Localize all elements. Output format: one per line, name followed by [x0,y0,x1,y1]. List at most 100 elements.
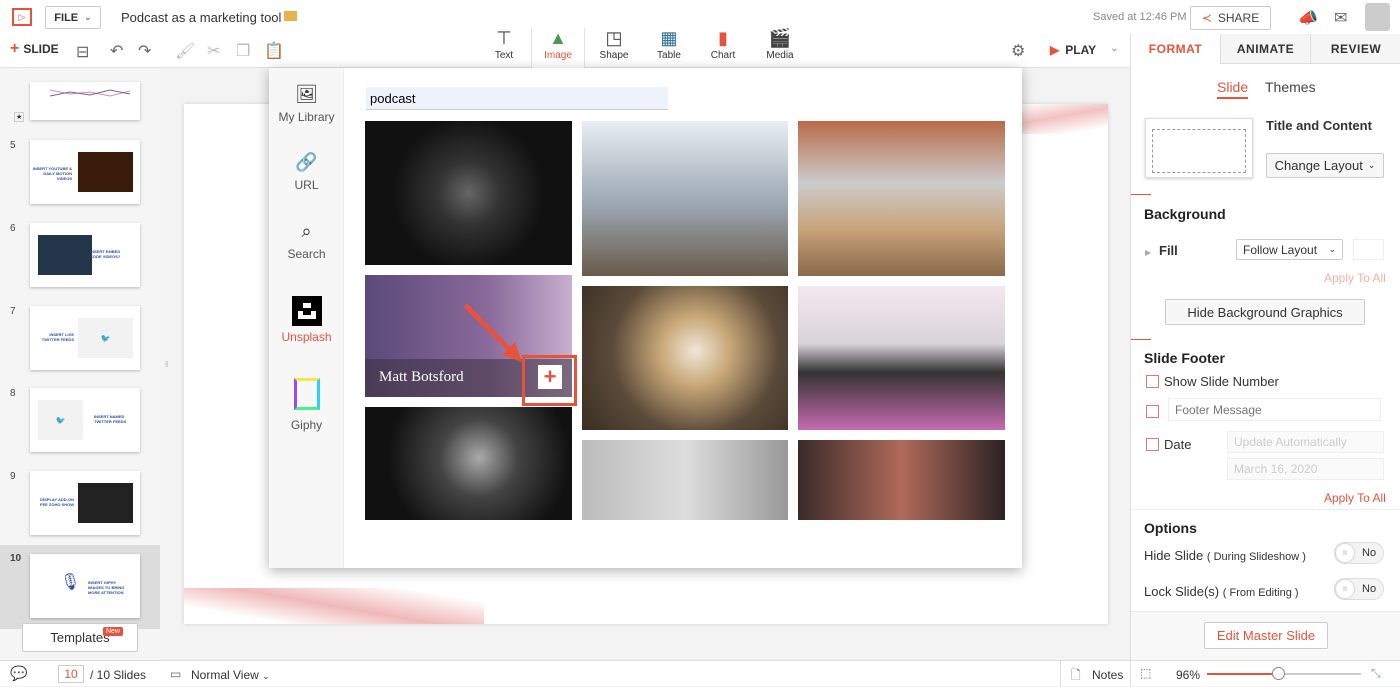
share-button[interactable]: ≺ SHARE [1190,6,1271,30]
hide-slide-label: Hide Slide ( During Slideshow ) [1144,548,1306,563]
chat-icon[interactable]: 💬 [10,665,27,682]
source-search[interactable]: ⌕ Search [269,221,344,261]
format-painter-icon[interactable]: 🖌 [175,41,195,61]
apply-to-all-link[interactable]: Apply To All [1324,491,1386,505]
layout-icon[interactable]: ⊟ [76,42,89,62]
redo-icon[interactable]: ↷ [138,41,151,61]
slide-number: 5 [10,140,16,151]
insert-media-tool[interactable]: 🎬 Media [753,28,807,68]
templates-button[interactable]: Templates New [22,623,138,652]
image-result[interactable] [582,121,788,276]
avatar[interactable] [1365,3,1390,31]
library-icon: 🖼 [295,84,318,104]
tab-review[interactable]: REVIEW [1310,34,1400,64]
chevron-down-icon: ⌄ [84,12,92,22]
date-mode-select[interactable]: Update Automatically [1227,431,1384,453]
image-result[interactable] [798,286,1005,430]
current-slide-input[interactable]: 10 [58,665,84,683]
date-label: Date [1164,437,1192,452]
folder-icon[interactable] [284,11,297,21]
toggle-state: No [1362,547,1377,559]
add-slide-button[interactable]: + SLIDE [10,41,59,57]
share-icon: ≺ [1201,11,1212,25]
image-result[interactable] [365,407,572,520]
share-label: SHARE [1217,11,1260,25]
hide-background-graphics-button[interactable]: Hide Background Graphics [1165,299,1365,325]
slide-thumbnail-4[interactable] [30,82,140,120]
apply-to-all-link[interactable]: Apply To All [1324,271,1386,285]
add-image-plus-button[interactable]: + [538,364,562,389]
slide-thumbnail-7[interactable]: INSERT LIVE TWITTER FEEDS 🐦 [30,306,140,370]
footer-message-input[interactable] [1168,398,1381,421]
subtab-themes[interactable]: Themes [1265,79,1316,95]
show-slide-number-checkbox[interactable] [1146,375,1159,388]
insert-shape-tool[interactable]: ◳ Shape [587,28,641,68]
star-icon[interactable]: ★ [14,112,25,122]
bar-chart-icon: ▮ [718,28,728,48]
source-giphy[interactable]: Giphy [269,378,344,432]
fullscreen-icon[interactable]: ⤡ [1371,666,1381,681]
slide-thumbnail-5[interactable]: INSERT YOUTUBE & DAILY MOTION VIDEOS [30,140,140,204]
expand-chevron-icon[interactable]: ▶ [1145,248,1151,257]
paste-icon[interactable]: 📋 [264,41,284,61]
tab-format[interactable]: FORMAT [1131,34,1220,64]
notes-button[interactable]: Notes [1092,668,1123,682]
play-button[interactable]: ▶ PLAY [1050,43,1096,57]
image-result[interactable] [798,440,1005,520]
zoom-level: 96% [1176,668,1201,682]
source-my-library[interactable]: 🖼 My Library [269,84,344,124]
tab-animate[interactable]: ANIMATE [1220,34,1310,64]
date-format-value: March 16, 2020 [1234,462,1318,476]
copy-icon[interactable]: ❐ [236,41,250,61]
fill-select[interactable]: Follow Layout ⌄ [1236,239,1343,260]
twitter-icon: 🐦 [78,318,133,358]
lock-slide-toggle[interactable]: II No [1334,578,1384,600]
source-url[interactable]: 🔗 URL [269,152,344,192]
slide-thumbnail-8[interactable]: 🐦 INSERT NAMED TWITTER FEEDS [30,388,140,452]
subtab-slide[interactable]: Slide [1217,79,1249,99]
play-options-chevron-icon[interactable]: ⌄ [1110,43,1118,54]
slide-thumbnail-10[interactable]: 🎙 INSERT GIPHY IMAGES TO BRING MORE ATTEN… [30,554,140,618]
insert-image-tool[interactable]: ▲ Image [531,28,585,68]
slide-thumbnail-6[interactable]: INSERT EMBED CODE VIDEOS? [30,223,140,287]
image-result[interactable] [365,121,572,265]
image-author-name[interactable]: Matt Botsford [379,369,464,386]
fill-color-picker[interactable] [1353,239,1384,260]
image-icon: ▲ [549,28,567,48]
date-format-select[interactable]: March 16, 2020 [1227,458,1384,480]
zoom-slider[interactable] [1207,667,1361,680]
image-result[interactable] [582,286,788,430]
app-logo-icon[interactable]: ▷ [12,8,32,26]
image-result[interactable] [798,121,1005,276]
announcement-icon[interactable]: 📣 [1298,8,1318,28]
chevron-down-icon: ⌄ [1367,160,1376,170]
file-menu-button[interactable]: FILE ⌄ [45,6,101,29]
notes-icon: 🗋 [1071,668,1081,682]
cut-icon[interactable]: ✂ [207,41,220,61]
undo-icon[interactable]: ↶ [110,41,123,61]
document-title[interactable]: Podcast as a marketing tool [121,10,281,25]
zoom-slider-handle[interactable] [1271,667,1285,680]
image-result[interactable] [582,440,788,520]
insert-text-tool[interactable]: ⊤ Text [477,28,531,68]
chevron-down-icon: ⌄ [1328,244,1336,254]
source-unsplash[interactable]: Unsplash [269,292,344,344]
fit-slide-icon[interactable]: ⬚ [1140,666,1151,680]
slide-thumbnail-9[interactable]: DISPLAY ADD-ON FEE ZOHO SHOW [30,471,140,535]
layout-preview[interactable] [1145,118,1253,178]
hide-slide-toggle[interactable]: II No [1334,542,1384,564]
feedback-mail-icon[interactable]: ✉ [1334,8,1347,28]
change-layout-button[interactable]: Change Layout ⌄ [1266,153,1384,178]
view-mode-select[interactable]: Normal View ⌄ [191,668,270,682]
edit-master-slide-button[interactable]: Edit Master Slide [1204,622,1328,649]
play-settings-icon[interactable]: ⚙ [1011,41,1025,61]
panel-resize-handle[interactable]: ‖ [165,360,168,369]
divider [1131,339,1151,340]
options-title: Options [1144,520,1197,536]
footer-message-checkbox[interactable] [1146,405,1159,418]
tool-label: Image [544,50,572,61]
insert-chart-tool[interactable]: ▮ Chart [696,28,750,68]
image-search-input[interactable] [366,87,668,110]
date-checkbox[interactable] [1146,438,1159,451]
insert-table-tool[interactable]: ▦ Table [642,28,696,68]
